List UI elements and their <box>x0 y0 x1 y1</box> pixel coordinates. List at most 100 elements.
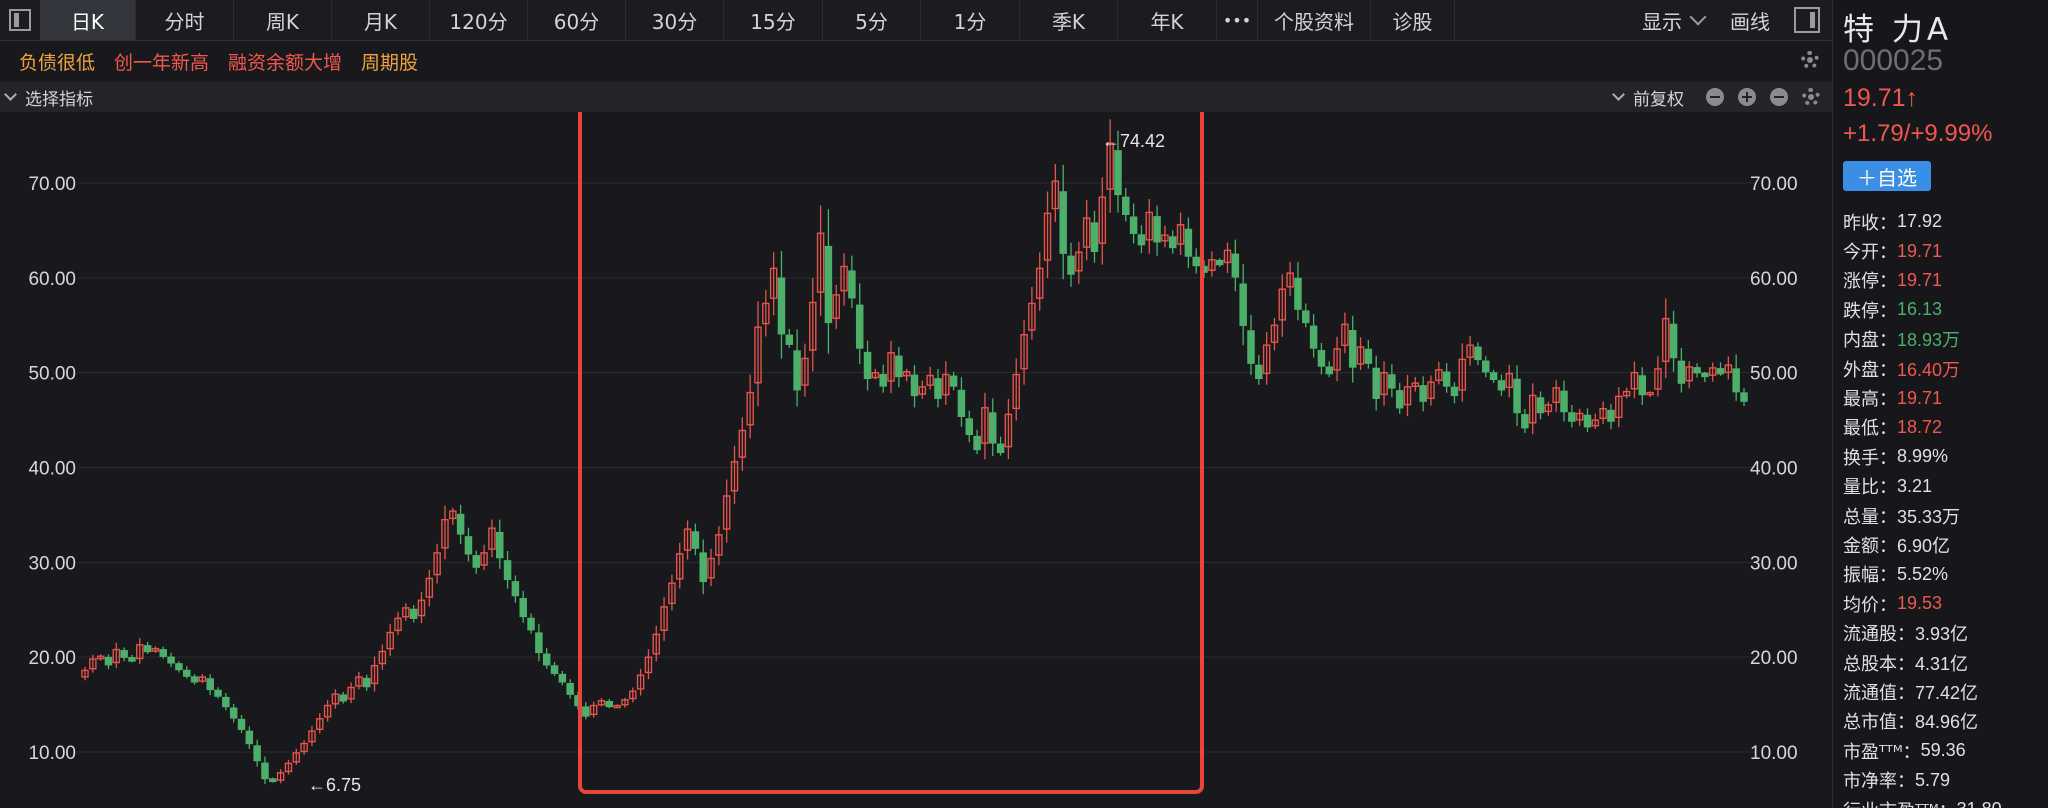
candle-body <box>1536 397 1545 414</box>
zoom-in-icon[interactable] <box>1738 88 1756 106</box>
add-watchlist-button[interactable]: ＋自选 <box>1843 161 1931 191</box>
adjust-mode-label[interactable]: 前复权 <box>1633 85 1684 110</box>
y-tick-label-left: 30.00 <box>28 553 76 574</box>
more-periods-button[interactable]: ••• <box>1217 0 1258 40</box>
candle-body <box>1419 385 1427 402</box>
candle-body <box>1168 236 1177 249</box>
candle-body <box>456 513 465 535</box>
stat-row: 市净率： 5.79 <box>1843 765 2048 794</box>
stat-label: 昨收： <box>1843 212 1897 234</box>
tab-quarter-k[interactable]: 季K <box>1020 0 1118 40</box>
chart-settings-gear-icon[interactable] <box>1802 88 1820 106</box>
candle-body <box>895 355 903 378</box>
stat-row: 金额： 6.90亿 <box>1843 530 2048 559</box>
candle-body <box>527 617 535 631</box>
stat-row: 总市值： 84.96亿 <box>1843 707 2048 736</box>
tab-intraday[interactable]: 分时 <box>136 0 234 40</box>
stat-row: 流通值： 77.42亿 <box>1843 677 2048 706</box>
candle-body <box>269 778 277 783</box>
stat-label: 内盘： <box>1843 330 1897 352</box>
candle-body <box>582 706 590 717</box>
stat-label: 总市值： <box>1843 712 1915 734</box>
candle-body <box>222 696 230 708</box>
right-panel-toggle-icon[interactable] <box>1794 7 1820 33</box>
candle-body <box>793 350 801 391</box>
stock-code: 000025 <box>1843 44 1944 77</box>
candle-body <box>128 657 136 662</box>
stat-label: 市盈ᵀᵀᴹ： <box>1843 741 1921 763</box>
stat-label: 最低： <box>1843 418 1897 440</box>
tab-15min[interactable]: 15分 <box>724 0 823 40</box>
y-tick-label-right: 30.00 <box>1750 553 1798 574</box>
candle-body <box>104 656 113 666</box>
candle-body <box>699 552 707 583</box>
tab-60min[interactable]: 60分 <box>528 0 626 40</box>
tab-1min[interactable]: 1分 <box>921 0 1020 40</box>
tab-120min[interactable]: 120分 <box>430 0 528 40</box>
candle-body <box>214 689 222 697</box>
zoom-out-icon[interactable] <box>1706 88 1724 106</box>
chevron-down-icon <box>4 88 17 101</box>
stat-value: 77.42亿 <box>1915 682 1979 703</box>
candle-body <box>1497 380 1506 391</box>
candle-body <box>159 649 168 657</box>
candle-body <box>1474 346 1482 361</box>
candle-body <box>824 245 833 324</box>
stat-row: 均价： 19.53 <box>1843 589 2048 618</box>
candle-body <box>1090 222 1099 252</box>
candle-body <box>605 700 614 708</box>
tab-stock-profile[interactable]: 个股资料 <box>1258 0 1371 40</box>
candle-body <box>550 665 559 674</box>
tab-5min[interactable]: 5分 <box>823 0 921 40</box>
candle-body <box>566 682 574 695</box>
tag-low-debt[interactable]: 负债很低 <box>19 48 95 75</box>
tab-month-k[interactable]: 月K <box>332 0 430 40</box>
stat-value: 59.36 <box>1920 740 1966 761</box>
candle-body <box>1442 371 1451 387</box>
candle-body <box>691 531 700 549</box>
stock-name: 特 力A <box>1843 12 1953 48</box>
tag-margin-increase[interactable]: 融资余额大增 <box>228 48 342 75</box>
candle-body <box>542 653 551 666</box>
y-tick-label-left: 50.00 <box>28 364 76 385</box>
stat-row: 涨停： 19.71 <box>1843 266 2048 295</box>
tab-day-k[interactable]: 日K <box>40 0 136 40</box>
tags-settings-gear-icon[interactable] <box>1801 51 1819 69</box>
y-tick-label-left: 10.00 <box>28 743 76 764</box>
draw-line-button[interactable]: 画线 <box>1730 6 1770 35</box>
stat-value: 18.93万 <box>1897 330 1961 351</box>
candle-body <box>1067 255 1075 275</box>
chevron-down-icon[interactable] <box>1612 88 1625 101</box>
kline-chart[interactable]: 70.00 70.00 60.00 60.00 50.00 50.00 40.00 40.00… <box>0 88 1832 808</box>
tag-year-high[interactable]: 创一年新高 <box>114 48 209 75</box>
candle-body <box>1192 256 1200 267</box>
stat-label: 今开： <box>1843 242 1897 264</box>
stat-label: 金额： <box>1843 535 1897 557</box>
candle-body <box>362 677 371 688</box>
stat-label: 行业市盈ᵀᵀᴹ： <box>1843 797 1957 808</box>
high-price-annotation: ←74.42 <box>1102 131 1165 151</box>
stat-label: 最高： <box>1843 389 1897 411</box>
candle-body <box>1129 216 1138 234</box>
collapse-icon[interactable] <box>1770 88 1788 106</box>
candle-body <box>1317 350 1326 367</box>
display-dropdown[interactable]: 显示 <box>1642 6 1707 35</box>
stat-row: 外盘： 16.40万 <box>1843 354 2048 383</box>
left-panel-toggle[interactable] <box>0 0 40 40</box>
candle-body <box>206 678 214 691</box>
stat-row: 今开： 19.71 <box>1843 236 2048 265</box>
tab-stock-diagnosis[interactable]: 诊股 <box>1371 0 1455 40</box>
tab-week-k[interactable]: 周K <box>234 0 332 40</box>
candle-body <box>1372 367 1380 399</box>
tag-cyclical[interactable]: 周期股 <box>361 48 418 75</box>
candle-body <box>1732 368 1740 393</box>
stat-value: 8.99% <box>1897 446 1949 467</box>
stat-value: 6.90亿 <box>1897 535 1951 556</box>
candle-body <box>167 656 175 664</box>
tab-30min[interactable]: 30分 <box>626 0 724 40</box>
stat-value: 19.71 <box>1897 269 1943 290</box>
candle-body <box>965 418 974 436</box>
tab-year-k[interactable]: 年K <box>1118 0 1217 40</box>
indicator-select[interactable]: 选择指标 <box>4 85 93 110</box>
y-tick-label-right: 60.00 <box>1750 269 1798 290</box>
